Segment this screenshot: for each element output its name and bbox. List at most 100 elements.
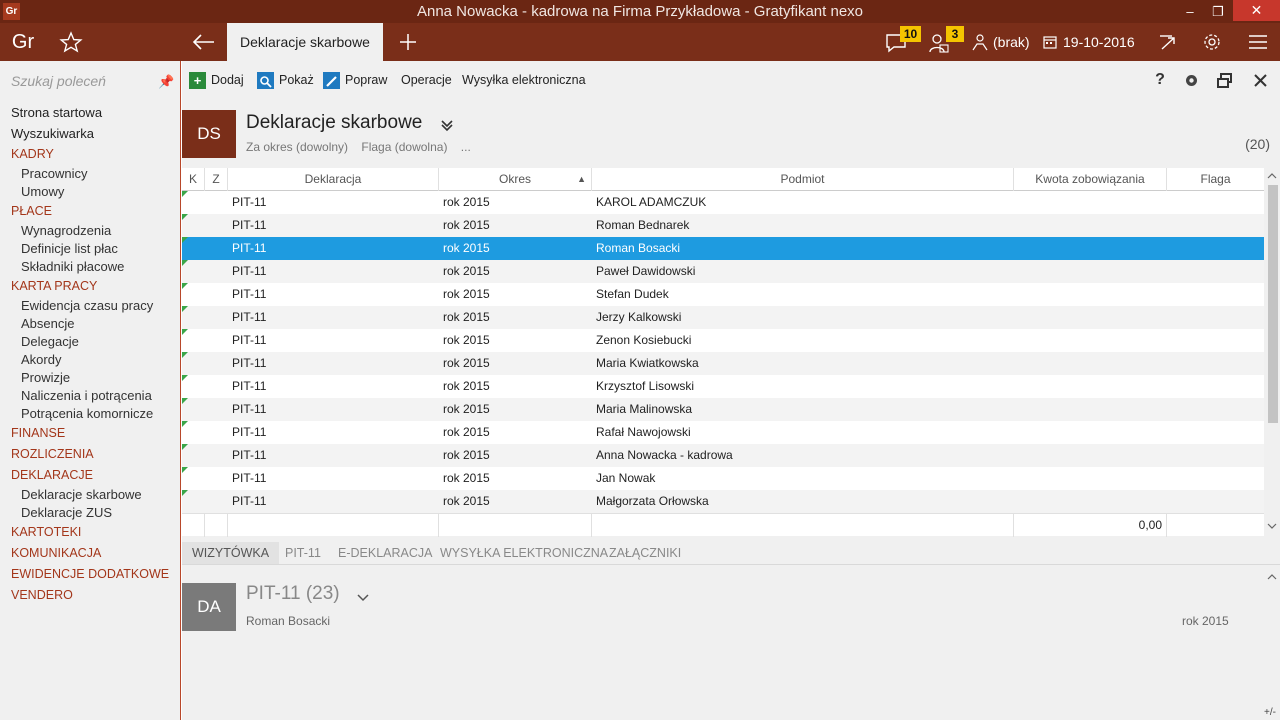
sidebar-item[interactable]: Delegacje	[0, 333, 180, 351]
sidebar-item[interactable]: VENDERO	[0, 585, 180, 606]
help-icon[interactable]: ?	[1151, 71, 1169, 89]
pin-window-icon[interactable]	[1158, 33, 1178, 51]
sidebar-item[interactable]: Naliczenia i potrącenia	[0, 387, 180, 405]
sidebar-item[interactable]: Prowizje	[0, 369, 180, 387]
sidebar-item[interactable]: ROZLICZENIA	[0, 444, 180, 465]
sidebar-item[interactable]: Definicje list płac	[0, 240, 180, 258]
row-status-marker-icon	[182, 237, 188, 243]
current-date[interactable]: 19-10-2016	[1063, 23, 1135, 61]
table-row[interactable]: PIT-11 rok 2015 Anna Nowacka - kadrowa	[182, 444, 1264, 467]
detail-chevron-down-icon[interactable]	[356, 590, 370, 604]
column-subject[interactable]: Podmiot	[592, 168, 1014, 191]
column-k[interactable]: K	[182, 168, 205, 191]
table-row[interactable]: PIT-11 rok 2015 Małgorzata Orłowska	[182, 490, 1264, 513]
table-row[interactable]: PIT-11 rok 2015 Roman Bosacki	[182, 237, 1264, 260]
cell-period: rok 2015	[443, 379, 490, 393]
top-navigation-bar: Gr Deklaracje skarbowe 10 3 (brak) 19-10…	[0, 23, 1280, 61]
command-search-input[interactable]: Szukaj poleceń	[11, 73, 106, 89]
minimize-button[interactable]: –	[1176, 0, 1204, 23]
new-tab-plus-icon[interactable]	[396, 31, 420, 53]
cell-subject: Maria Kwiatkowska	[596, 356, 699, 370]
detail-tab[interactable]: E-DEKLARACJA	[338, 542, 432, 564]
back-arrow-icon[interactable]	[190, 31, 218, 53]
cell-declaration: PIT-11	[232, 494, 267, 508]
sidebar-item[interactable]: EWIDENCJE DODATKOWE	[0, 564, 180, 585]
sidebar-item[interactable]: Deklaracje skarbowe	[0, 486, 180, 504]
hamburger-menu-icon[interactable]	[1248, 35, 1268, 49]
table-row[interactable]: PIT-11 rok 2015 Maria Kwiatkowska	[182, 352, 1264, 375]
grid-scrollbar[interactable]	[1264, 168, 1280, 536]
add-button[interactable]: + Dodaj	[189, 71, 244, 90]
table-row[interactable]: PIT-11 rok 2015 KAROL ADAMCZUK	[182, 191, 1264, 214]
sidebar-item[interactable]: PŁACE	[0, 201, 180, 222]
table-row[interactable]: PIT-11 rok 2015 Roman Bednarek	[182, 214, 1264, 237]
edit-button[interactable]: Popraw	[323, 71, 387, 90]
filter-flag[interactable]: Flaga (dowolna)	[361, 140, 447, 154]
close-window-button[interactable]: ✕	[1233, 0, 1280, 21]
electronic-send-button[interactable]: Wysyłka elektroniczna	[462, 71, 586, 89]
column-flag[interactable]: Flaga	[1167, 168, 1264, 191]
hand-user-icon[interactable]	[971, 33, 989, 51]
table-row[interactable]: PIT-11 rok 2015 Paweł Dawidowski	[182, 260, 1264, 283]
sidebar-item[interactable]: KARTA PRACY	[0, 276, 180, 297]
sidebar-item[interactable]: Potrącenia komornicze	[0, 405, 180, 423]
expand-collapse-toggle[interactable]: +/-	[1264, 707, 1276, 718]
cell-period: rok 2015	[443, 356, 490, 370]
column-period[interactable]: Okres ▲	[439, 168, 592, 191]
sidebar-item[interactable]: KARTOTEKI	[0, 522, 180, 543]
scroll-down-icon[interactable]	[1267, 522, 1277, 530]
table-row[interactable]: PIT-11 rok 2015 Jerzy Kalkowski	[182, 306, 1264, 329]
cell-subject: Jerzy Kalkowski	[596, 310, 682, 324]
sidebar-item[interactable]: Ewidencja czasu pracy	[0, 297, 180, 315]
sidebar-item[interactable]: Strona startowa	[0, 102, 180, 123]
app-icon: Gr	[3, 3, 20, 20]
calendar-icon[interactable]	[1043, 35, 1057, 49]
scrollbar-thumb[interactable]	[1268, 185, 1278, 423]
restore-button[interactable]: ❐	[1204, 0, 1232, 23]
table-row[interactable]: PIT-11 rok 2015 Stefan Dudek	[182, 283, 1264, 306]
scroll-up-icon[interactable]	[1267, 172, 1277, 180]
filter-period[interactable]: Za okres (dowolny)	[246, 140, 348, 154]
close-view-icon[interactable]	[1253, 73, 1268, 88]
table-row[interactable]: PIT-11 rok 2015 Krzysztof Lisowski	[182, 375, 1264, 398]
table-row[interactable]: PIT-11 rok 2015 Maria Malinowska	[182, 398, 1264, 421]
settings-gear-icon[interactable]	[1202, 32, 1222, 52]
sidebar-item[interactable]: Umowy	[0, 183, 180, 201]
table-row[interactable]: PIT-11 rok 2015 Rafał Nawojowski	[182, 421, 1264, 444]
sidebar-item[interactable]: Pracownicy	[0, 165, 180, 183]
sidebar-item[interactable]: Akordy	[0, 351, 180, 369]
column-z[interactable]: Z	[205, 168, 228, 191]
table-row[interactable]: PIT-11 rok 2015 Zenon Kosiebucki	[182, 329, 1264, 352]
sidebar-item[interactable]: Wyszukiwarka	[0, 123, 180, 144]
sidebar-item[interactable]: Deklaracje ZUS	[0, 504, 180, 522]
add-plus-icon: +	[189, 72, 206, 90]
view-settings-gear-icon[interactable]	[1183, 72, 1200, 89]
sidebar-nav: Strona startowa Wyszukiwarka KADRY Pracowni…	[0, 102, 180, 606]
detail-tab[interactable]: PIT-11	[285, 542, 321, 564]
table-row[interactable]: PIT-11 rok 2015 Jan Nowak	[182, 467, 1264, 490]
undock-window-icon[interactable]	[1216, 72, 1233, 89]
users-count-badge: 3	[946, 26, 964, 42]
pin-sidebar-icon[interactable]: 📌	[158, 74, 174, 90]
sidebar-item[interactable]: KOMUNIKACJA	[0, 543, 180, 564]
app-logo[interactable]: Gr	[0, 23, 46, 61]
detail-tab[interactable]: WIZYTÓWKA	[182, 542, 280, 564]
column-amount[interactable]: Kwota zobowiązania	[1014, 168, 1167, 191]
sidebar-item[interactable]: Składniki płacowe	[0, 258, 180, 276]
column-declaration[interactable]: Deklaracja	[228, 168, 439, 191]
sidebar-item[interactable]: DEKLARACJE	[0, 465, 180, 486]
tab-deklaracje-skarbowe[interactable]: Deklaracje skarbowe	[227, 23, 383, 61]
detail-scroll-up-icon[interactable]	[1267, 573, 1277, 581]
detail-tab[interactable]: ZAŁĄCZNIKI	[609, 542, 681, 564]
filter-more[interactable]: ...	[461, 140, 471, 154]
sidebar-item[interactable]: Absencje	[0, 315, 180, 333]
detail-tab[interactable]: WYSYŁKA ELEKTRONICZNA	[440, 542, 608, 564]
favorites-star-icon[interactable]	[58, 31, 84, 53]
show-button[interactable]: Pokaż	[257, 71, 314, 90]
sidebar-item[interactable]: FINANSE	[0, 423, 180, 444]
sidebar-item[interactable]: KADRY	[0, 144, 180, 165]
operations-button[interactable]: Operacje	[401, 71, 452, 89]
chevron-down-icon[interactable]	[440, 118, 454, 132]
sidebar-item[interactable]: Wynagrodzenia	[0, 222, 180, 240]
user-status[interactable]: (brak)	[993, 23, 1030, 61]
